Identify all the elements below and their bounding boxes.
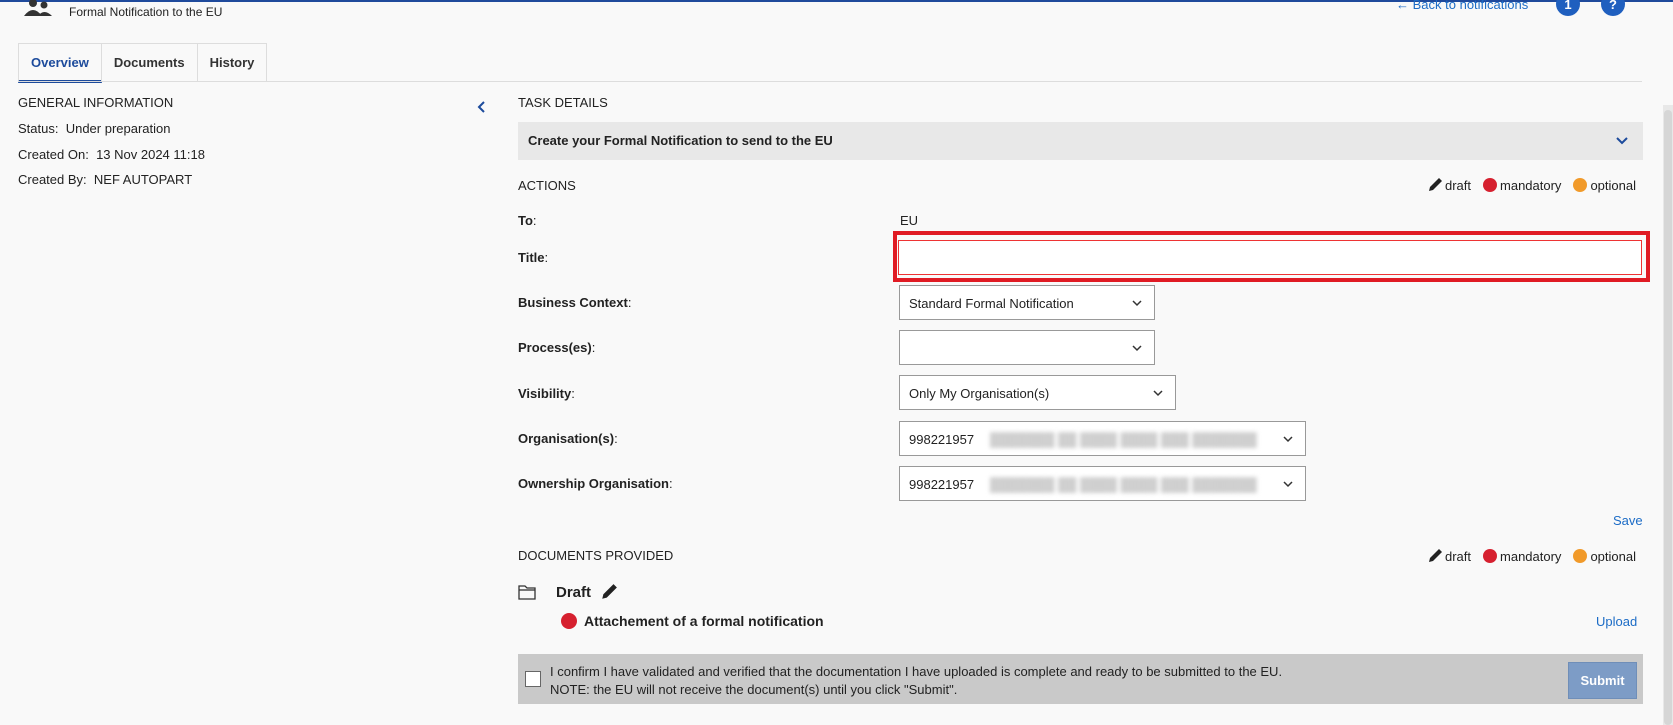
mandatory-dot-icon xyxy=(561,613,577,629)
title-label: Title: xyxy=(518,250,549,265)
legend-mandatory: mandatory xyxy=(1483,178,1561,193)
ownership-organisation-label: Ownership Organisation: xyxy=(518,476,673,491)
general-information-title: GENERAL INFORMATION xyxy=(18,95,174,110)
optional-dot-icon xyxy=(1573,549,1588,563)
chevron-down-icon xyxy=(1616,137,1628,145)
chevron-down-icon xyxy=(1283,436,1293,443)
created-by-row: Created By: NEF AUTOPART xyxy=(18,172,193,187)
save-link[interactable]: Save xyxy=(1613,513,1643,528)
info-button[interactable]: 1 xyxy=(1556,0,1580,16)
folder-icon xyxy=(518,585,536,600)
attachment-name: Attachement of a formal notification xyxy=(584,613,824,629)
confirm-checkbox[interactable] xyxy=(525,671,541,687)
optional-dot-icon xyxy=(1573,178,1588,192)
actions-legend: draft mandatory optional xyxy=(1415,177,1636,193)
pencil-icon[interactable] xyxy=(600,583,618,601)
page-subtitle: Formal Notification to the EU xyxy=(69,5,223,19)
users-icon xyxy=(24,0,52,16)
mandatory-dot-icon xyxy=(1483,549,1498,563)
tab-bar: Overview Documents History xyxy=(18,43,268,83)
task-details-title: TASK DETAILS xyxy=(518,95,608,110)
legend-draft: draft xyxy=(1427,548,1471,564)
redacted-text: ███████ ██ ████ ████ ███ ███████ xyxy=(990,477,1257,492)
business-context-select[interactable]: Standard Formal Notification xyxy=(899,285,1155,320)
created-by-value: NEF AUTOPART xyxy=(93,172,193,187)
chevron-down-icon xyxy=(1132,345,1142,352)
processes-label: Process(es): xyxy=(518,340,596,355)
legend-draft: draft xyxy=(1427,177,1471,193)
task-bar[interactable]: Create your Formal Notification to send … xyxy=(518,122,1643,160)
confirmation-bar: I confirm I have validated and verified … xyxy=(518,654,1643,704)
chevron-down-icon xyxy=(1283,481,1293,488)
chevron-down-icon xyxy=(1153,390,1163,397)
chevron-down-icon xyxy=(1132,300,1142,307)
legend-optional: optional xyxy=(1573,549,1636,564)
tab-overview[interactable]: Overview xyxy=(18,43,102,83)
organisations-select[interactable]: 998221957 ███████ ██ ████ ████ ███ █████… xyxy=(899,421,1306,456)
tabs-divider xyxy=(18,81,1642,82)
status-row: Status: Under preparation xyxy=(18,121,171,136)
visibility-select[interactable]: Only My Organisation(s) xyxy=(899,375,1176,410)
created-on-value: 13 Nov 2024 11:18 xyxy=(96,147,205,162)
documents-provided-title: DOCUMENTS PROVIDED xyxy=(518,548,674,563)
mandatory-dot-icon xyxy=(1483,178,1498,192)
redacted-text: ███████ ██ ████ ████ ███ ███████ xyxy=(990,432,1257,447)
to-value: EU xyxy=(900,213,919,228)
to-label: To: xyxy=(518,213,537,228)
pencil-icon xyxy=(1429,178,1442,191)
submit-button[interactable]: Submit xyxy=(1568,662,1637,699)
arrow-left-icon: ← xyxy=(1396,0,1409,12)
title-input[interactable] xyxy=(898,240,1642,275)
documents-legend: draft mandatory optional xyxy=(1415,548,1636,564)
upload-link[interactable]: Upload xyxy=(1596,614,1637,629)
pencil-icon xyxy=(1429,549,1442,562)
task-bar-text: Create your Formal Notification to send … xyxy=(528,133,833,148)
tab-documents[interactable]: Documents xyxy=(100,43,198,82)
help-button[interactable]: ? xyxy=(1601,0,1625,16)
draft-folder-title: Draft xyxy=(556,584,592,601)
legend-mandatory: mandatory xyxy=(1483,549,1561,564)
organisations-label: Organisation(s): xyxy=(518,431,618,446)
ownership-organisation-select[interactable]: 998221957 ███████ ██ ████ ████ ███ █████… xyxy=(899,466,1306,501)
visibility-label: Visibility: xyxy=(518,386,575,401)
created-on-row: Created On: 13 Nov 2024 11:18 xyxy=(18,147,205,162)
legend-optional: optional xyxy=(1573,178,1636,193)
back-to-notifications-link[interactable]: ← Back to notifications xyxy=(1396,0,1528,12)
scrollbar-thumb[interactable] xyxy=(1664,110,1672,725)
business-context-label: Business Context: xyxy=(518,295,632,310)
confirmation-text: I confirm I have validated and verified … xyxy=(550,664,1283,697)
status-value: Under preparation xyxy=(65,121,171,136)
processes-select[interactable] xyxy=(899,330,1155,365)
actions-title: ACTIONS xyxy=(518,178,576,193)
chevron-left-icon[interactable] xyxy=(475,100,489,114)
tab-history[interactable]: History xyxy=(196,43,268,82)
